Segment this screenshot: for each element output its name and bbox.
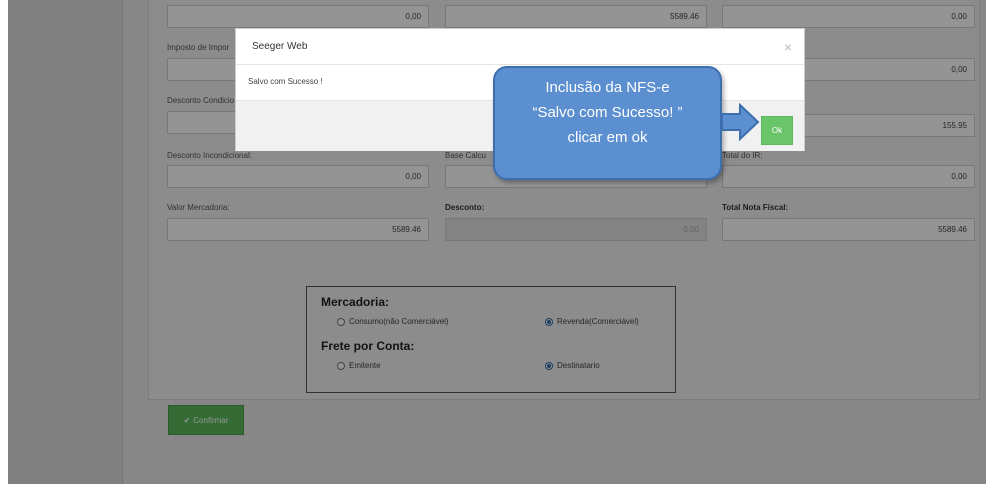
callout-line-2: “Salvo com Sucesso! ”	[532, 104, 683, 121]
dialog-message: Salvo com Sucesso !	[248, 77, 323, 86]
instruction-callout: Inclusão da NFS-e “Salvo com Sucesso! ” …	[493, 66, 722, 180]
callout-line-3: clicar em ok	[567, 129, 648, 146]
dialog-title: Seeger Web	[252, 41, 308, 52]
close-icon[interactable]: ×	[784, 39, 792, 55]
ok-button[interactable]: Ok	[761, 116, 793, 145]
callout-line-1: Inclusão da NFS-e	[545, 79, 670, 96]
right-arrow-icon	[721, 102, 760, 142]
dialog-header: Seeger Web ×	[236, 29, 804, 65]
page: 0,00 5589.46 0,00 Imposto de Impor 0,00 …	[8, 0, 986, 484]
